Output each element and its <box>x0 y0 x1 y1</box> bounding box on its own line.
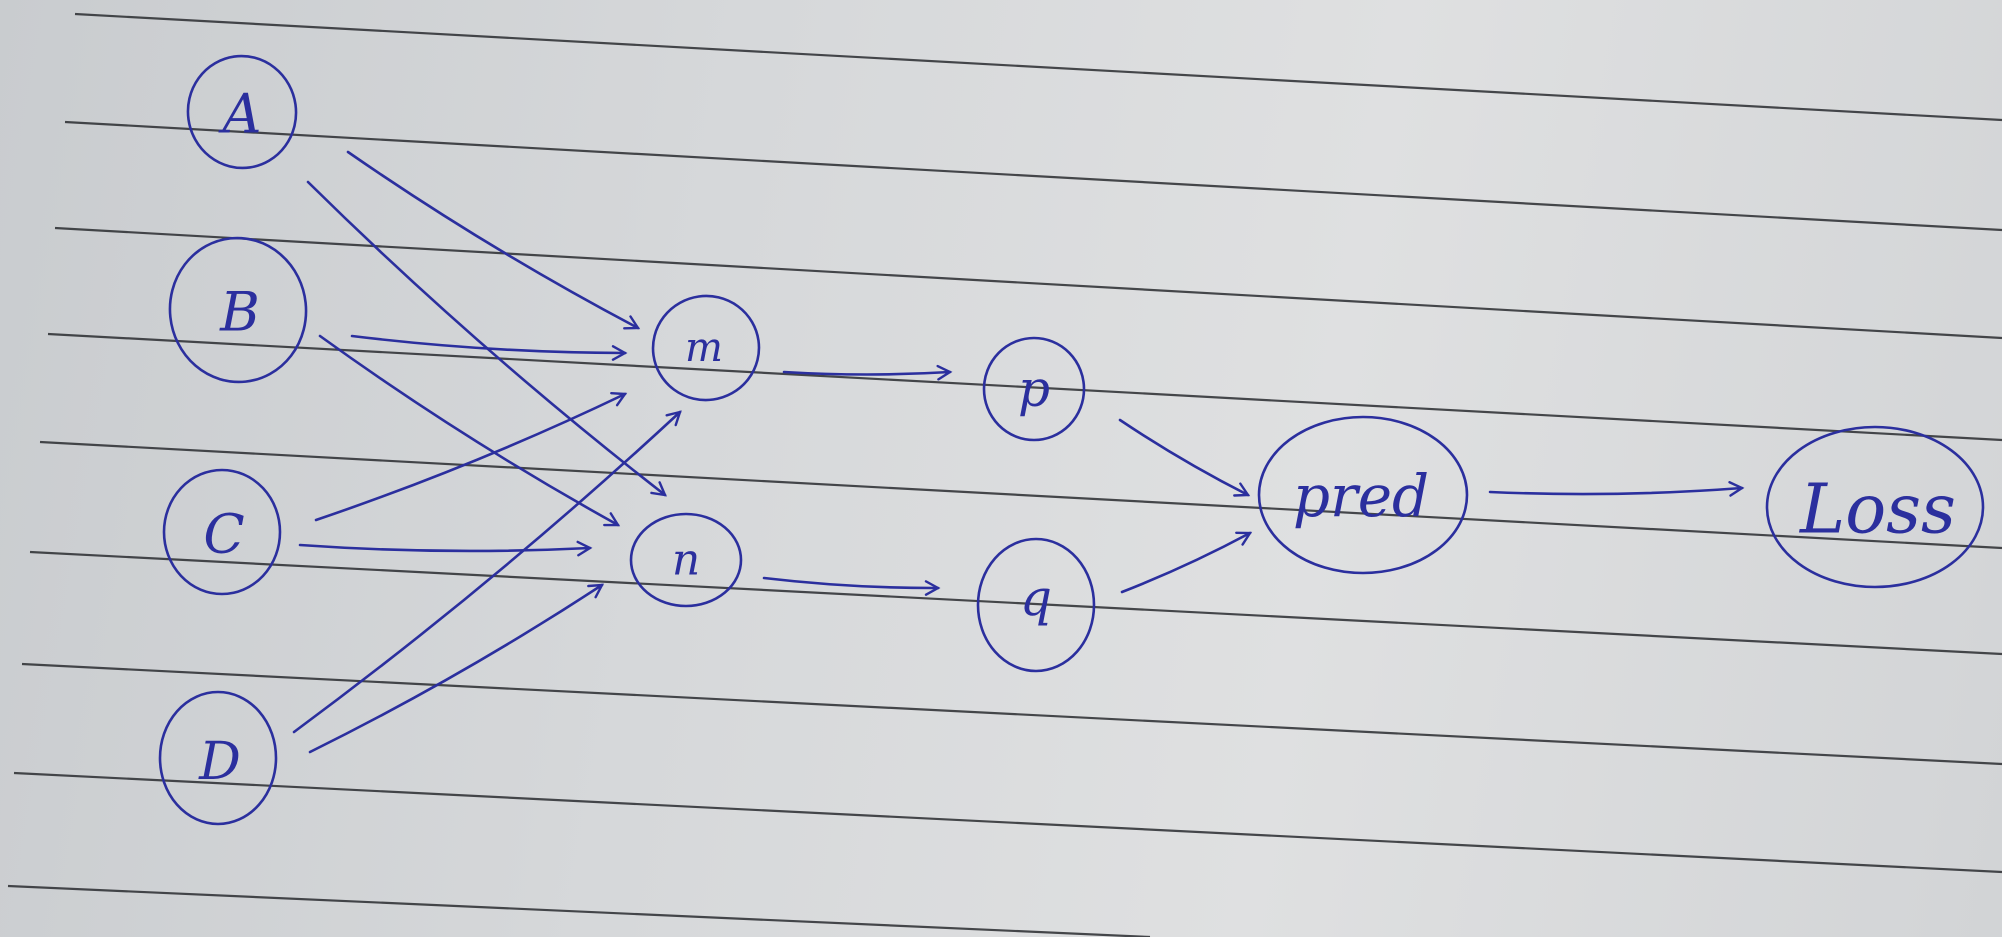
ruled-lines <box>7 12 2002 937</box>
edge-C-to-n <box>298 540 593 557</box>
ruled-line <box>74 12 2002 122</box>
edge-m-to-p <box>782 364 953 381</box>
edge-q-to-pred <box>1120 531 1253 594</box>
diagram-edges <box>292 150 1745 754</box>
edge-D-to-n <box>308 583 605 754</box>
node-n-label: n <box>672 535 700 586</box>
notebook-page: A B C D m n p q pred Loss <box>7 12 2002 937</box>
node-q-label: q <box>1020 569 1052 627</box>
edge-C-to-m <box>314 391 628 522</box>
ruled-line <box>7 884 1151 937</box>
node-n: n <box>629 512 743 608</box>
node-B: B <box>168 236 308 384</box>
node-A: A <box>186 54 298 170</box>
ruled-line <box>29 550 2002 656</box>
edge-A-to-m <box>346 150 641 330</box>
node-D: D <box>158 690 278 826</box>
edge-n-to-q <box>762 576 941 596</box>
ruled-line <box>39 440 2002 550</box>
node-B-label: B <box>219 281 260 344</box>
ruled-line <box>64 120 2002 232</box>
node-D-label: D <box>198 732 241 792</box>
node-pred: pred <box>1257 415 1469 575</box>
edge-p-to-pred <box>1118 418 1251 497</box>
node-C: C <box>162 468 282 596</box>
node-loss-label: Loss <box>1798 471 1956 550</box>
node-loss: Loss <box>1765 425 1985 589</box>
node-m-label: m <box>685 325 723 371</box>
ruled-line <box>54 226 2002 340</box>
ruled-line <box>13 771 2002 874</box>
node-p-label: p <box>1018 360 1050 418</box>
edge-pred-to-loss <box>1488 481 1745 497</box>
node-m: m <box>651 294 761 402</box>
node-C-label: C <box>203 503 244 566</box>
node-pred-label: pred <box>1293 462 1429 530</box>
node-A-label: A <box>218 83 262 146</box>
edge-B-to-n <box>318 334 621 527</box>
node-q: q <box>976 537 1096 673</box>
